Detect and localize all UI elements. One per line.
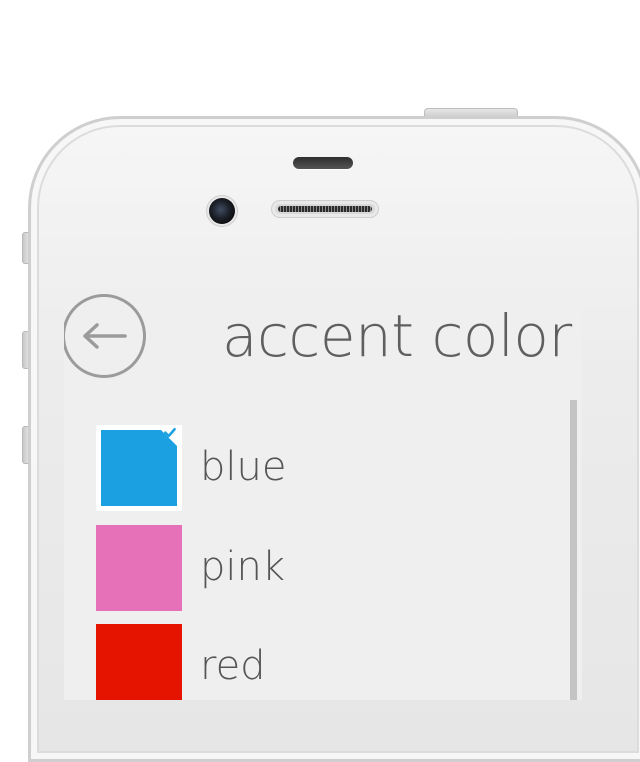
earpiece-slot xyxy=(293,157,353,169)
color-option-red[interactable]: red xyxy=(96,624,516,700)
color-swatch-red xyxy=(96,624,182,700)
color-swatch-pink xyxy=(96,525,182,611)
checkmark-icon xyxy=(156,425,178,447)
color-label: pink xyxy=(200,544,286,590)
scrollbar[interactable] xyxy=(570,400,577,700)
color-option-blue[interactable]: blue xyxy=(96,425,516,511)
color-label: blue xyxy=(200,444,287,490)
speaker-grille xyxy=(272,201,378,217)
color-label: red xyxy=(200,643,266,689)
phone-screen: accent color blue pink red xyxy=(64,294,582,700)
arrow-left-icon xyxy=(83,323,127,349)
front-camera xyxy=(209,198,235,224)
page-title: accent color xyxy=(222,302,572,370)
back-button[interactable] xyxy=(64,294,146,378)
color-option-pink[interactable]: pink xyxy=(96,525,516,611)
